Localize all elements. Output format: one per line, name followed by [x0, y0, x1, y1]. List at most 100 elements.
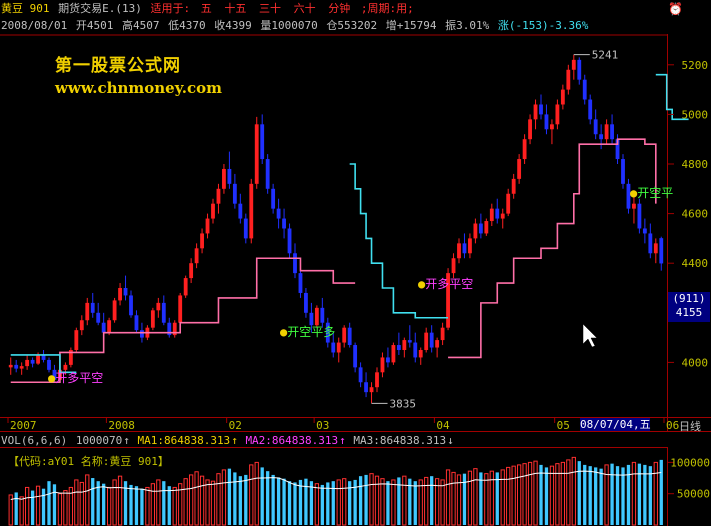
volume-bar	[626, 464, 631, 525]
candle-body	[134, 315, 139, 331]
candle-body	[30, 359, 35, 364]
time-tick-label: 2007	[10, 419, 37, 432]
volume-bar	[566, 459, 571, 526]
volume-bar	[451, 471, 456, 526]
candle-body	[178, 295, 183, 323]
volume-bar	[249, 464, 254, 526]
volume-bar	[511, 465, 516, 526]
candle-body	[183, 278, 188, 296]
period-label: ;周期:用;	[360, 2, 414, 15]
volume-bar	[637, 463, 642, 525]
volume-bar	[140, 488, 144, 525]
volume-bar	[216, 473, 221, 526]
volume-bar	[14, 492, 18, 525]
candle-body	[478, 223, 483, 234]
candle-body	[347, 327, 352, 346]
volume-bar	[631, 461, 637, 526]
candle-body	[386, 357, 390, 363]
candle-body	[621, 159, 625, 184]
candle-body	[659, 238, 664, 264]
volume-bar	[560, 461, 566, 526]
timeframe-five[interactable]: 五	[198, 0, 215, 17]
candle-body	[642, 228, 647, 234]
volume-bar	[19, 496, 24, 526]
quote-amplitude: 振3.01%	[445, 19, 490, 32]
candle-body	[528, 119, 532, 140]
candle-body	[462, 243, 467, 254]
volume-bar	[533, 460, 538, 526]
candle-body	[227, 168, 232, 184]
volume-bar	[91, 478, 95, 525]
candle-body	[194, 248, 199, 264]
quote-line: 2008/08/01 开4501 高4507 低4370 收4399 量1000…	[0, 17, 711, 34]
volume-bar	[544, 467, 549, 525]
candle-body	[161, 302, 166, 323]
candle-body	[424, 332, 429, 350]
volume-bar	[473, 468, 478, 526]
volume-bar	[145, 486, 150, 526]
quote-low: 低4370	[168, 19, 206, 32]
candle-body	[648, 233, 653, 254]
candle-body	[336, 342, 341, 353]
volume-bar	[445, 469, 451, 526]
candle-body	[566, 69, 571, 90]
system-name: 期货交易E.(13)	[58, 2, 142, 15]
volume-bar	[320, 484, 324, 525]
price-tick-label: 4600	[682, 208, 709, 221]
volume-bar	[24, 486, 30, 526]
stop-line-short-2	[349, 163, 449, 319]
candle-body	[107, 320, 112, 333]
candle-body	[96, 312, 101, 323]
volume-bar	[369, 473, 374, 526]
candle-body	[550, 124, 554, 130]
candle-body	[14, 364, 19, 369]
volume-bar	[282, 478, 286, 525]
timeframe-fifteen[interactable]: 十五	[221, 0, 249, 17]
quote-open: 开4501	[75, 19, 114, 32]
alarm-clock-icon[interactable]: ⏰	[668, 2, 683, 16]
volume-bar	[374, 475, 380, 526]
candle-body	[555, 104, 560, 125]
volume-bar	[244, 474, 248, 525]
volume-bar	[653, 461, 658, 526]
candle-body	[364, 382, 368, 393]
timeframe-sixty[interactable]: 六十	[291, 0, 319, 17]
volume-bar	[516, 464, 522, 526]
quote-change: 涨(-153)-3.36%	[497, 19, 589, 32]
candle-body	[418, 350, 423, 358]
candle-body	[637, 203, 642, 229]
volume-bar	[41, 488, 46, 525]
volume-bar	[210, 480, 216, 526]
candle-body	[435, 340, 440, 348]
volume-bar	[594, 467, 598, 525]
volume-bar	[293, 482, 297, 525]
mouse-cursor-icon	[582, 323, 598, 348]
timeframe-thirty[interactable]: 三十	[256, 0, 284, 17]
candle-body	[90, 302, 95, 313]
volume-bar	[298, 479, 303, 525]
candle-body	[407, 340, 412, 343]
candle-body	[74, 330, 79, 350]
candle-body	[457, 243, 461, 259]
volume-bar	[57, 493, 63, 526]
timeframe-minute[interactable]: 分钟	[325, 0, 353, 17]
candle-body	[205, 218, 210, 234]
volume-bar	[172, 486, 177, 526]
volume-bar	[527, 461, 533, 526]
candle-body	[429, 332, 434, 348]
volume-bar	[156, 479, 161, 526]
candle-body	[36, 354, 40, 364]
volume-bar	[85, 474, 90, 526]
candle-body	[140, 330, 144, 338]
volume-bar	[588, 466, 592, 525]
candle-body	[604, 124, 609, 140]
signal-label-2: ●开空平多	[280, 325, 336, 339]
time-tick-label: 02	[229, 419, 242, 432]
candle-body	[599, 134, 604, 140]
time-tick-label: 04	[436, 419, 450, 432]
candle-body	[211, 203, 215, 219]
candle-body	[468, 238, 472, 254]
volume-bar	[430, 476, 434, 525]
candle-body	[129, 295, 133, 316]
candle-body	[216, 188, 221, 204]
